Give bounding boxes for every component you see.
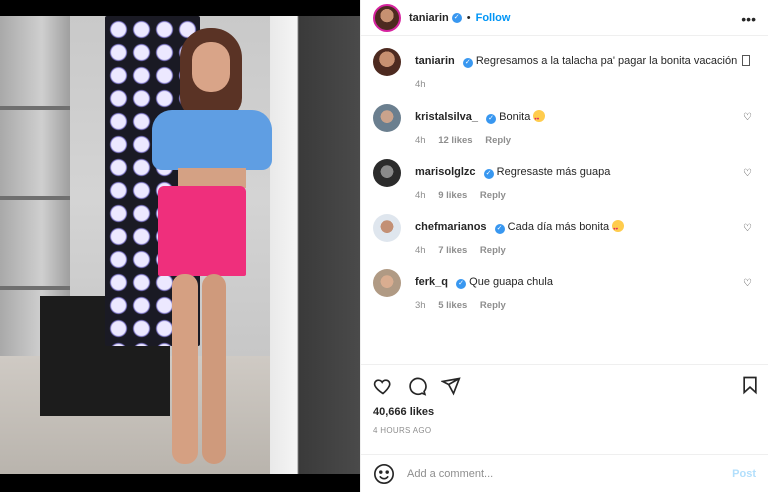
post-comment-button[interactable]: Post	[732, 468, 756, 480]
emoji-smile-icon[interactable]	[373, 463, 395, 485]
reply-button[interactable]: Reply	[480, 190, 506, 201]
post-actions: 40,666 likes 4 HOURS AGO	[361, 364, 768, 435]
verified-badge-icon: ✓	[456, 279, 467, 289]
reply-button[interactable]: Reply	[485, 135, 511, 146]
missing-glyph-icon	[742, 55, 751, 66]
caption: taniarin ✓ Regresamos a la talacha pa' p…	[373, 36, 756, 90]
comment-likes[interactable]: 7 likes	[438, 245, 467, 256]
share-send-icon[interactable]	[441, 376, 461, 396]
author-avatar[interactable]	[373, 3, 401, 32]
separator-dot: •	[466, 11, 471, 24]
comment-text: Bonita	[499, 111, 531, 123]
post-timestamp: 4 HOURS AGO	[373, 426, 432, 435]
comment-item: marisolglzc ✓ Regresaste más guapa 4h 9 …	[373, 146, 756, 201]
reply-button[interactable]: Reply	[480, 245, 506, 256]
post-header: taniarin ✓ • Follow •••	[361, 0, 768, 36]
commenter-avatar[interactable]	[373, 159, 401, 187]
comment-text: Regresaste más guapa	[496, 166, 611, 178]
comment-text: Que guapa chula	[469, 276, 553, 288]
verified-badge-icon: ✓	[494, 224, 505, 234]
comment-item: chefmarianos ✓ Cada día más bonita 4h 7 …	[373, 201, 756, 256]
like-heart-icon[interactable]	[373, 376, 393, 396]
like-comment-heart-icon[interactable]: ♡	[743, 223, 752, 234]
comment-likes[interactable]: 5 likes	[438, 300, 467, 311]
comment-text: Cada día más bonita	[507, 221, 610, 233]
caption-avatar[interactable]	[373, 48, 401, 76]
post-side-panel: taniarin ✓ • Follow ••• taniarin ✓ Regre…	[360, 0, 768, 492]
verified-badge-icon: ✓	[486, 114, 497, 124]
photo-right-wall	[270, 16, 360, 474]
add-comment-bar: Post	[361, 454, 768, 492]
more-options-icon[interactable]: •••	[741, 11, 756, 27]
verified-badge-icon: ✓	[462, 58, 473, 68]
comment-time: 4h	[415, 190, 426, 201]
comment-username[interactable]: ferk_q	[415, 276, 448, 288]
comment-item: kristalsilva_ ✓ Bonita 4h 12 likes Reply…	[373, 90, 756, 146]
comment-item: ferk_q ✓ Que guapa chula 3h 5 likes Repl…	[373, 256, 756, 311]
comments-list: taniarin ✓ Regresamos a la talacha pa' p…	[361, 36, 768, 311]
verified-badge-icon: ✓	[483, 169, 494, 179]
post-media[interactable]	[0, 0, 360, 492]
caption-time: 4h	[415, 79, 426, 90]
caption-text: Regresamos a la talacha pa' pagar la bon…	[475, 55, 738, 67]
heart-eyes-emoji-icon	[533, 110, 546, 127]
likes-count[interactable]: 40,666 likes	[373, 406, 756, 418]
verified-badge-icon: ✓	[451, 12, 462, 23]
post-photo	[0, 16, 360, 474]
comment-username[interactable]: kristalsilva_	[415, 111, 478, 123]
caption-username[interactable]: taniarin	[415, 55, 455, 67]
heart-eyes-emoji-icon	[612, 220, 625, 237]
author-username[interactable]: taniarin	[409, 12, 449, 24]
comment-bubble-icon[interactable]	[407, 376, 427, 396]
comment-username[interactable]: chefmarianos	[415, 221, 487, 233]
comment-username[interactable]: marisolglzc	[415, 166, 476, 178]
commenter-avatar[interactable]	[373, 269, 401, 297]
follow-button[interactable]: Follow	[476, 12, 511, 24]
commenter-avatar[interactable]	[373, 214, 401, 242]
comment-likes[interactable]: 12 likes	[438, 135, 472, 146]
commenter-avatar[interactable]	[373, 104, 401, 132]
comment-time: 4h	[415, 245, 426, 256]
save-bookmark-icon[interactable]	[740, 375, 760, 395]
comment-time: 4h	[415, 135, 426, 146]
comment-time: 3h	[415, 300, 426, 311]
comment-likes[interactable]: 9 likes	[438, 190, 467, 201]
comment-input[interactable]	[407, 467, 733, 480]
like-comment-heart-icon[interactable]: ♡	[743, 278, 752, 289]
like-comment-heart-icon[interactable]: ♡	[743, 112, 752, 123]
reply-button[interactable]: Reply	[480, 300, 506, 311]
photo-person	[150, 28, 280, 473]
like-comment-heart-icon[interactable]: ♡	[743, 168, 752, 179]
